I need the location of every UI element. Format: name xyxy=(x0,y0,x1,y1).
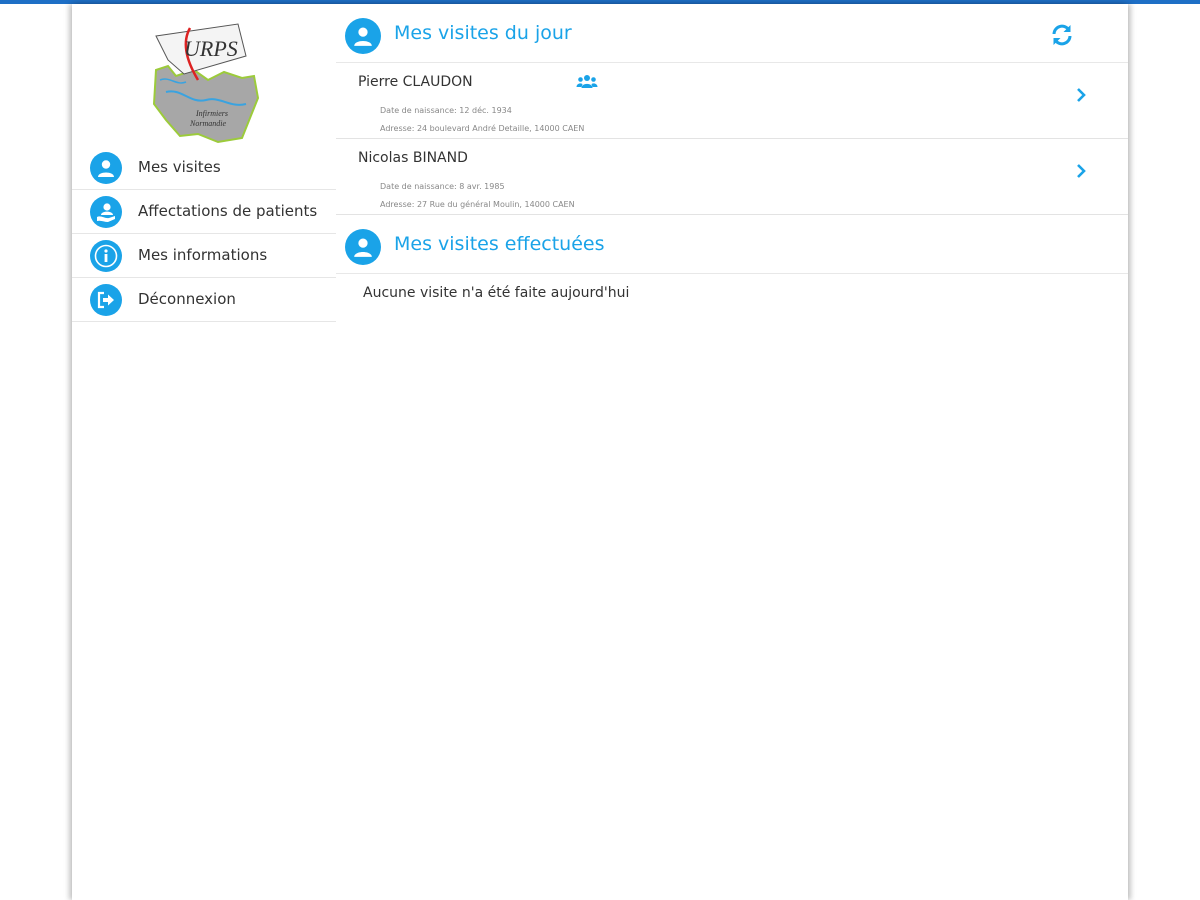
patient-name: Pierre CLAUDON xyxy=(358,74,473,90)
logout-icon xyxy=(90,284,122,316)
sidebar-item-affectations[interactable]: Affectations de patients xyxy=(72,190,336,234)
sidebar: URPS Infirmiers Normandie Mes visites Af… xyxy=(72,4,336,900)
sidebar-item-label: Mes visites xyxy=(138,158,221,176)
visit-row[interactable]: Nicolas BINAND Date de naissance: 8 avr.… xyxy=(336,139,1128,215)
svg-text:URPS: URPS xyxy=(184,36,238,61)
patient-address: Adresse: 24 boulevard André Detaille, 14… xyxy=(380,124,585,133)
patient-birthdate: Date de naissance: 12 déc. 1934 xyxy=(380,106,512,115)
sidebar-item-label: Déconnexion xyxy=(138,290,236,308)
sidebar-item-label: Affectations de patients xyxy=(138,202,318,220)
section-title: Mes visites effectuées xyxy=(394,233,605,255)
user-circle-icon xyxy=(90,152,122,184)
app-frame: URPS Infirmiers Normandie Mes visites Af… xyxy=(72,4,1128,900)
today-visits-header: Mes visites du jour xyxy=(336,4,1128,63)
patient-birthdate: Date de naissance: 8 avr. 1985 xyxy=(380,182,505,191)
visit-row[interactable]: Pierre CLAUDON Date de naissance: 12 déc… xyxy=(336,63,1128,139)
urps-logo: URPS Infirmiers Normandie xyxy=(146,20,264,144)
empty-state-message: Aucune visite n'a été faite aujourd'hui xyxy=(363,285,630,301)
info-icon xyxy=(90,240,122,272)
users-icon xyxy=(576,74,598,90)
chevron-right-icon[interactable] xyxy=(1074,161,1088,181)
refresh-icon[interactable] xyxy=(1049,22,1075,48)
patient-address: Adresse: 27 Rue du général Moulin, 14000… xyxy=(380,200,575,209)
sidebar-item-deconnexion[interactable]: Déconnexion xyxy=(72,278,336,322)
chevron-right-icon[interactable] xyxy=(1074,85,1088,105)
done-visits-header: Mes visites effectuées xyxy=(336,215,1128,274)
sidebar-nav: Mes visites Affectations de patients Mes… xyxy=(72,146,336,322)
user-assign-icon xyxy=(90,196,122,228)
sidebar-item-mes-informations[interactable]: Mes informations xyxy=(72,234,336,278)
main-content: Mes visites du jour Pierre CLAUDON Date … xyxy=(336,4,1128,900)
section-title: Mes visites du jour xyxy=(394,22,572,44)
svg-text:Infirmiers: Infirmiers xyxy=(195,109,228,118)
user-circle-icon xyxy=(345,229,381,265)
user-circle-icon xyxy=(345,18,381,54)
sidebar-item-mes-visites[interactable]: Mes visites xyxy=(72,146,336,190)
patient-name: Nicolas BINAND xyxy=(358,150,468,166)
sidebar-item-label: Mes informations xyxy=(138,246,268,264)
svg-text:Normandie: Normandie xyxy=(189,119,226,128)
